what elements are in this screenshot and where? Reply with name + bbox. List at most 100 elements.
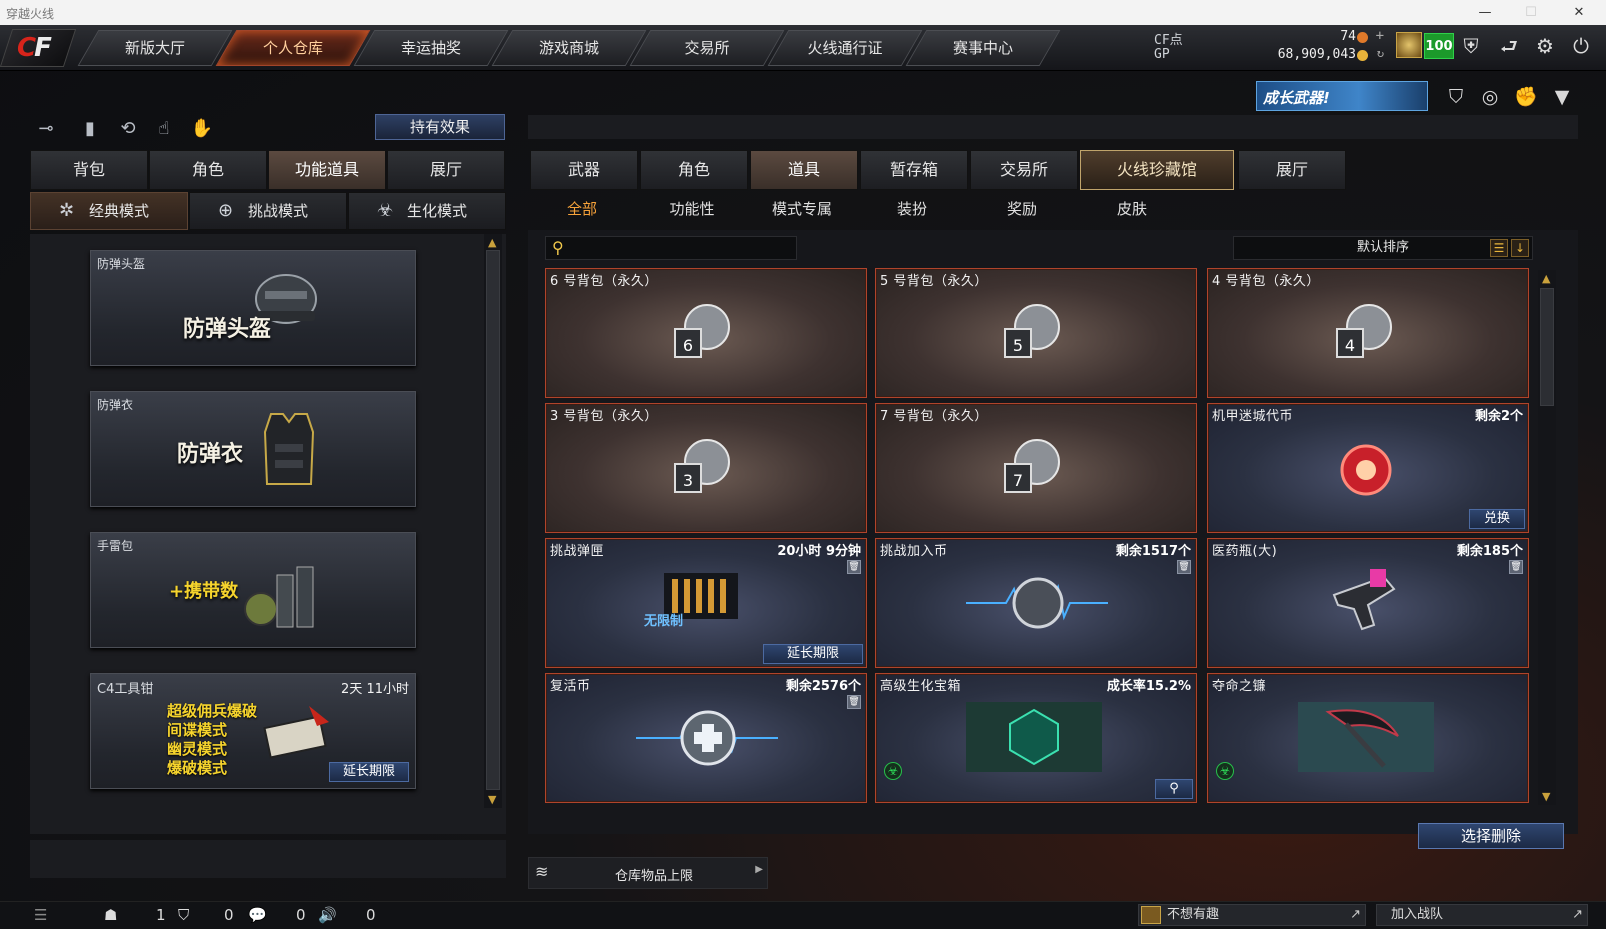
delete-icon[interactable]: 🗑 <box>847 695 861 709</box>
right-scroll-thumb[interactable] <box>1540 288 1554 406</box>
subtab-functional[interactable]: 功能性 <box>642 198 742 224</box>
left-scrollbar[interactable]: ▲ ▼ <box>484 234 502 808</box>
nav-tab-lottery[interactable]: 幸运抽奖 <box>353 30 509 66</box>
tab-weapons[interactable]: 武器 <box>530 150 638 190</box>
chat-icon[interactable]: 💬 <box>248 906 267 924</box>
mode-classic[interactable]: ✲ 经典模式 <box>30 192 188 230</box>
tab-hall[interactable]: 展厅 <box>387 150 505 190</box>
backpack-icon: 7 <box>1004 439 1060 493</box>
search-input[interactable] <box>574 239 790 257</box>
sort-dropdown[interactable]: 默认排序 ☰ ↓ <box>1233 236 1533 260</box>
scroll-up-icon[interactable]: ▲ <box>488 236 496 249</box>
item-card-join-coin[interactable]: 挑战加入币 剩余1517个 🗑 <box>875 538 1197 668</box>
item-card-bag-5[interactable]: 5 号背包（永久） 5 <box>875 268 1197 398</box>
hand-icon[interactable]: ☝ <box>150 115 178 143</box>
item-search[interactable]: ⚲ <box>545 236 797 260</box>
tab-market[interactable]: 交易所 <box>970 150 1078 190</box>
item-card-grenade-pack[interactable]: 手雷包 +携带数 <box>90 532 416 648</box>
subtab-mode-exclusive[interactable]: 模式专属 <box>752 198 852 224</box>
chat-pill-1[interactable]: 不想有趣 ↗ <box>1138 904 1366 926</box>
select-delete-button[interactable]: 选择删除 <box>1418 823 1564 849</box>
tab-items[interactable]: 道具 <box>750 150 858 190</box>
gear-icon[interactable]: ⚙ <box>1530 31 1560 61</box>
rank-icon[interactable]: ▮ <box>76 115 104 143</box>
item-card-bag-3[interactable]: 3 号背包（永久） 3 <box>545 403 867 533</box>
subtab-reward[interactable]: 奖励 <box>972 198 1072 224</box>
refresh-icon[interactable]: ↻ <box>1377 46 1384 60</box>
exchange-button[interactable]: 兑换 <box>1469 509 1525 529</box>
preview-button[interactable]: ⚲ <box>1155 779 1193 799</box>
mode-challenge[interactable]: ⊕ 挑战模式 <box>189 192 347 230</box>
globe-icon[interactable]: ◎ <box>1476 83 1504 111</box>
shield-icon[interactable]: ⛨ <box>1456 31 1486 61</box>
nav-tab-pass[interactable]: 火线通行证 <box>767 30 923 66</box>
subtab-skin[interactable]: 皮肤 <box>1082 198 1182 224</box>
add-cf-icon[interactable]: + <box>1376 28 1384 44</box>
avatar[interactable] <box>1396 32 1422 58</box>
nav-tab-warehouse[interactable]: 个人仓库 <box>215 30 371 66</box>
item-card-death-scythe[interactable]: 夺命之镰 ☣ <box>1207 673 1529 803</box>
item-card-vest[interactable]: 防弹衣 防弹衣 <box>90 391 416 507</box>
tab-character[interactable]: 角色 <box>149 150 267 190</box>
subtab-all[interactable]: 全部 <box>532 198 632 224</box>
close-button[interactable]: ✕ <box>1556 0 1602 25</box>
item-card-bag-6[interactable]: 6 号背包（永久） 6 <box>545 268 867 398</box>
minimize-button[interactable]: — <box>1462 0 1508 25</box>
friends-icon[interactable]: ☗ <box>104 906 117 924</box>
key-icon[interactable]: ⊸ <box>32 115 60 143</box>
maximize-button[interactable]: ☐ <box>1508 0 1554 25</box>
v-logo-icon[interactable]: ▼ <box>1548 83 1576 111</box>
fist-icon[interactable]: ✊ <box>1512 83 1540 111</box>
list-view-icon[interactable]: ☰ <box>1490 239 1508 257</box>
hold-effect-button[interactable]: 持有效果 <box>375 114 505 140</box>
scroll-up-icon[interactable]: ▲ <box>1542 272 1550 285</box>
power-icon[interactable]: ⏻ <box>1566 31 1596 61</box>
storage-limit-bar[interactable]: ≋ 仓库物品上限 ▶ <box>528 857 768 889</box>
nav-tab-events[interactable]: 赛事中心 <box>905 30 1061 66</box>
tab-temp-box[interactable]: 暂存箱 <box>860 150 968 190</box>
nav-tab-exchange[interactable]: 交易所 <box>629 30 785 66</box>
item-card-bag-7[interactable]: 7 号背包（永久） 7 <box>875 403 1197 533</box>
mode-biochem[interactable]: ☣ 生化模式 <box>348 192 506 230</box>
item-card-bio-chest[interactable]: 高级生化宝箱 成长率15.2% ☣ ⚲ <box>875 673 1197 803</box>
recycle-icon[interactable]: ⟲ <box>114 115 142 143</box>
growth-weapon-banner[interactable]: 成长武器! <box>1256 81 1428 111</box>
clan-icon[interactable]: ⛉ <box>178 906 189 924</box>
item-card-helmet[interactable]: 防弹头盔 防弹头盔 <box>90 250 416 366</box>
delete-icon[interactable]: 🗑 <box>1177 560 1191 574</box>
c4-extend-button[interactable]: 延长期限 <box>329 762 409 782</box>
speaker-icon[interactable]: 🔊 <box>318 906 337 924</box>
nav-tab-lobby[interactable]: 新版大厅 <box>77 30 233 66</box>
glove-icon[interactable]: ✋ <box>188 115 216 143</box>
item-card-challenge-magazine[interactable]: 挑战弹匣 20小时 9分钟 🗑 无限制 延长期限 <box>545 538 867 668</box>
chat-pill-2[interactable]: 加入战队 ↗ <box>1376 904 1588 926</box>
popout-icon[interactable]: ↗ <box>1572 905 1583 925</box>
scroll-down-icon[interactable]: ▼ <box>1542 790 1550 803</box>
tab-backpack[interactable]: 背包 <box>30 150 148 190</box>
tab-function-items[interactable]: 功能道具 <box>268 150 386 190</box>
cf-logo[interactable]: CF <box>0 29 77 67</box>
item-card-mecha-token[interactable]: 机甲迷城代币 剩余2个 兑换 <box>1207 403 1529 533</box>
tab-collection[interactable]: 火线珍藏馆 <box>1080 150 1234 190</box>
badge-icon[interactable]: ⛉ <box>1442 83 1470 111</box>
item-card-revive-coin[interactable]: 复活币 剩余2576个 🗑 <box>545 673 867 803</box>
list-icon[interactable]: ☰ <box>34 906 47 924</box>
item-card-medkit-large[interactable]: 医药瓶(大) 剩余185个 🗑 <box>1207 538 1529 668</box>
tab-characters[interactable]: 角色 <box>640 150 748 190</box>
left-scroll-thumb[interactable] <box>486 250 500 790</box>
right-scrollbar[interactable]: ▲ ▼ <box>1538 270 1556 805</box>
tab-showroom[interactable]: 展厅 <box>1238 150 1346 190</box>
subtab-outfit[interactable]: 装扮 <box>862 198 962 224</box>
item-card-c4-pliers[interactable]: C4工具钳 2天 11小时 超级佣兵爆破 间谍模式 幽灵模式 爆破模式 延长期限 <box>90 673 416 789</box>
delete-icon[interactable]: 🗑 <box>847 560 861 574</box>
nav-tab-shop[interactable]: 游戏商城 <box>491 30 647 66</box>
extend-button[interactable]: 延长期限 <box>763 644 863 664</box>
sort-order-icon[interactable]: ↓ <box>1511 239 1529 257</box>
svg-text:5: 5 <box>1013 336 1023 355</box>
scroll-down-icon[interactable]: ▼ <box>488 793 496 806</box>
delete-icon[interactable]: 🗑 <box>1509 560 1523 574</box>
item-card-bag-4[interactable]: 4 号背包（永久） 4 <box>1207 268 1529 398</box>
return-icon[interactable]: ⮐ <box>1494 31 1524 61</box>
popout-icon[interactable]: ↗ <box>1350 905 1361 925</box>
search-icon: ⚲ <box>552 238 564 257</box>
